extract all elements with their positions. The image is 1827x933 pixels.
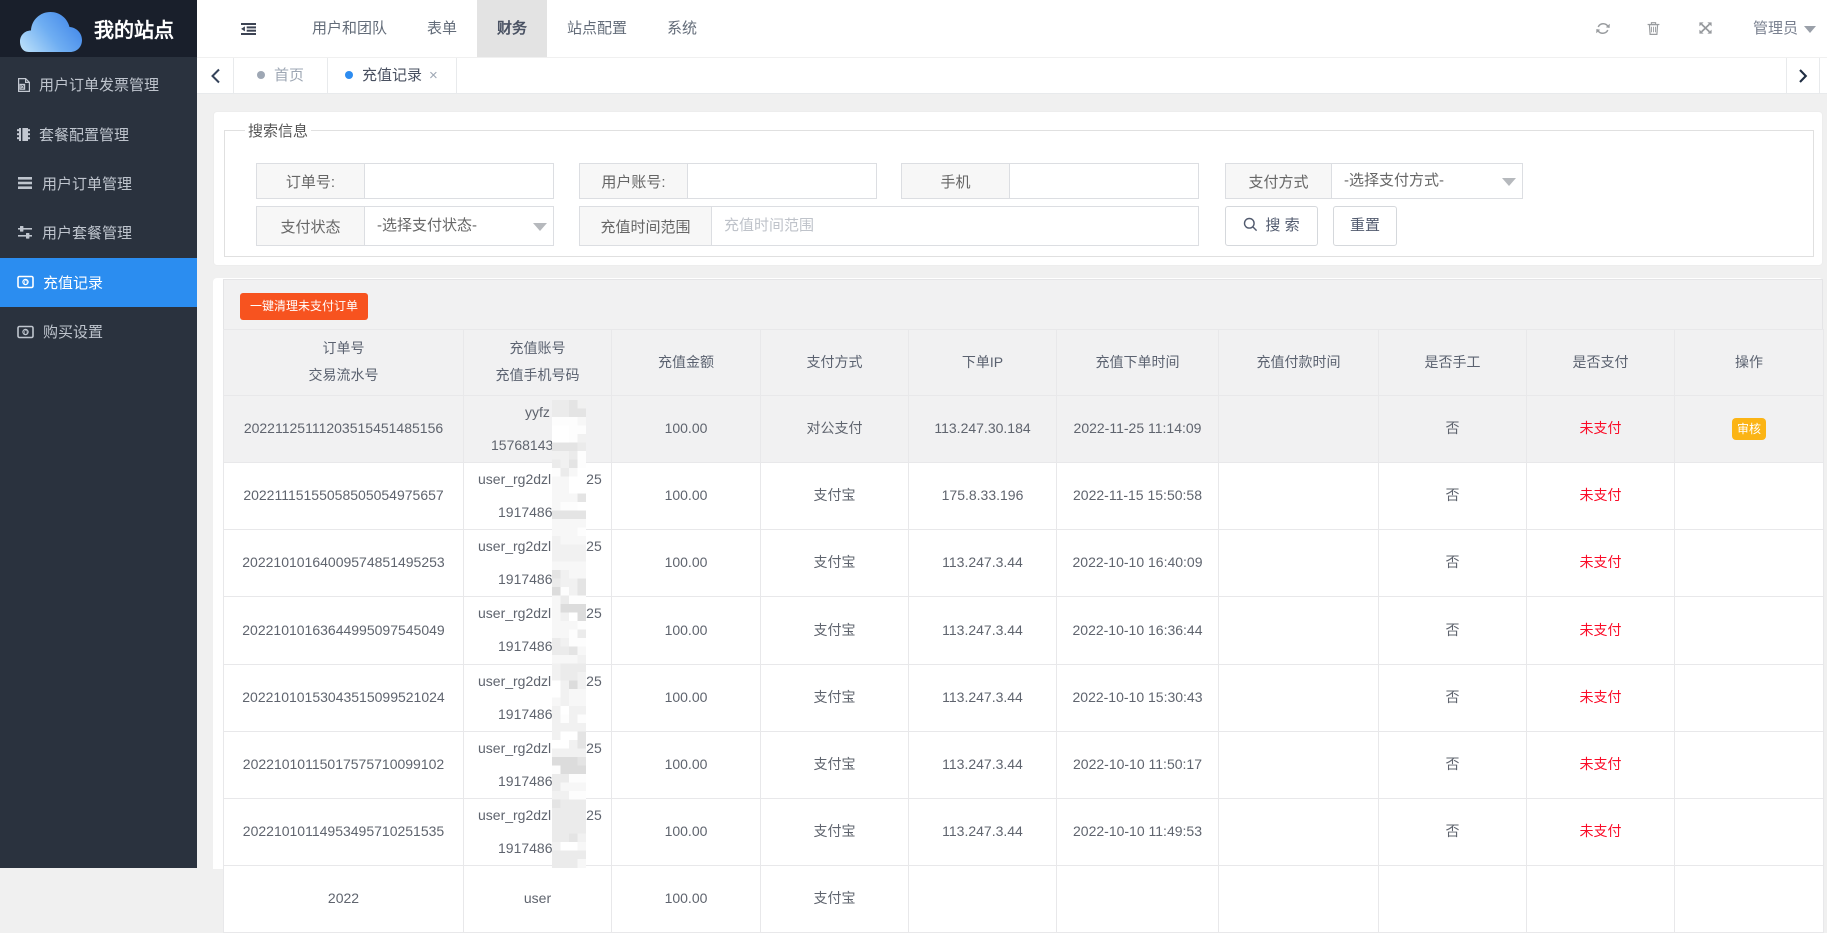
svg-text:0: 0: [24, 280, 28, 287]
svg-text:0: 0: [24, 329, 28, 336]
